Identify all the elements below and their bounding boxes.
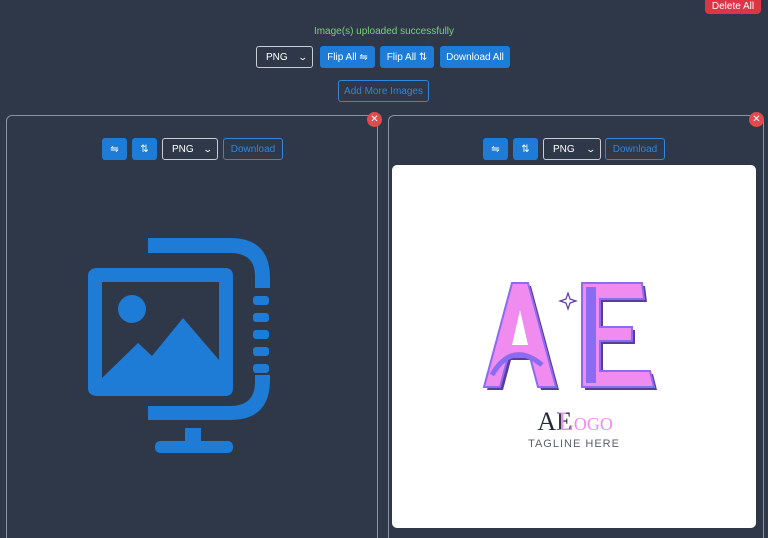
flip-vertical-button[interactable]: ⇅ [513,138,538,160]
format-select-value: PNG [172,143,194,155]
flip-all-horizontal-button[interactable]: Flip All ⇋ [320,46,375,68]
global-format-value: PNG [266,51,288,63]
flip-all-vertical-button[interactable]: Flip All ⇅ [380,46,434,68]
flip-vertical-button[interactable]: ⇅ [132,138,157,160]
flip-horizontal-button[interactable]: ⇋ [483,138,508,160]
sparkle-icon [558,291,578,311]
logo-tagline: TAGLINE HERE [528,438,620,450]
add-more-images-button[interactable]: Add More Images [338,80,429,102]
delete-all-button[interactable]: Delete All [705,0,761,14]
format-select[interactable]: PNG ⌄ [543,138,601,160]
download-button[interactable]: Download [605,138,665,160]
download-button[interactable]: Download [223,138,283,160]
download-all-button[interactable]: Download All [440,46,510,68]
flip-horizontal-button[interactable]: ⇋ [102,138,127,160]
format-select[interactable]: PNG ⌄ [162,138,218,160]
chevron-down-icon: ⌄ [202,143,214,154]
chevron-down-icon: ⌄ [585,143,597,154]
global-format-select[interactable]: PNG ⌄ [256,46,313,68]
uploaded-image-preview: AE Logo TAGLINE HERE [392,165,756,528]
ae-logo-image: AE Logo TAGLINE HERE [482,282,657,450]
upload-status-message: Image(s) uploaded successfully [313,26,455,37]
format-select-value: PNG [553,143,575,155]
logo-word-logo: Logo [558,407,613,436]
logo-letter-e [581,282,657,390]
close-icon[interactable]: ✕ [749,112,764,127]
close-icon[interactable]: ✕ [367,112,382,127]
logo-letter-a [482,282,559,390]
image-placeholder-icon [88,238,270,453]
chevron-down-icon: ⌄ [297,51,309,62]
